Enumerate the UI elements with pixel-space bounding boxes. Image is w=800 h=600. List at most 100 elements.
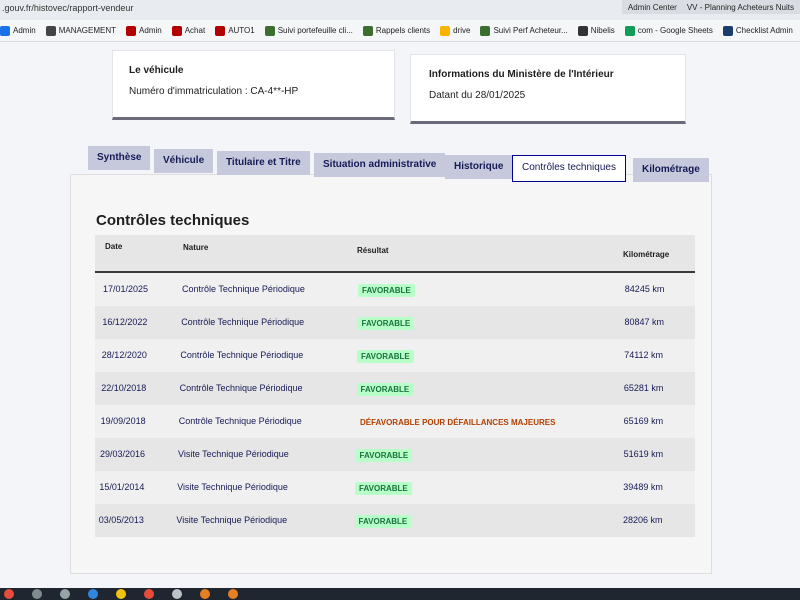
- tab-situation-administrative[interactable]: Situation administrative: [314, 153, 446, 177]
- row-date: 22/10/2018: [101, 383, 147, 393]
- row-nature: Visite Technique Périodique: [176, 515, 288, 525]
- result-badge: FAVORABLE: [357, 350, 414, 363]
- bookmark-item[interactable]: Nibelis: [577, 25, 615, 36]
- inspections-table: Date Nature Résultat Kilométrage 17/01/2…: [95, 235, 695, 537]
- row-km: 39489 km: [623, 482, 663, 492]
- tab-titulaire[interactable]: Titulaire et Titre: [217, 151, 310, 175]
- bookmark-label: drive: [453, 26, 471, 35]
- row-date: 03/05/2013: [98, 515, 144, 525]
- row-nature: Contrôle Technique Périodique: [182, 284, 305, 294]
- result-badge: FAVORABLE: [356, 383, 414, 396]
- bookmark-label: MANAGEMENT: [58, 26, 117, 35]
- browser-tabs: Admin Center VV - Planning Acheteurs Nui…: [621, 0, 800, 14]
- browser-tab[interactable]: Admin Center: [628, 3, 677, 12]
- bookmark-label: Checklist Admin: [735, 26, 793, 35]
- section-title: Contrôles techniques: [96, 212, 250, 229]
- bookmark-item[interactable]: Admin: [0, 25, 36, 36]
- table-row: 16/12/2022 Contrôle Technique Périodique 8…: [95, 306, 695, 339]
- bookmark-item[interactable]: Suivi Perf Acheteur...: [480, 25, 568, 36]
- bookmark-label: com - Google Sheets: [637, 26, 713, 35]
- bookmark-label: AUTO1: [228, 26, 255, 35]
- file-explorer-icon[interactable]: [116, 589, 126, 599]
- bookmark-item[interactable]: Achat: [171, 25, 206, 36]
- bookmark-item[interactable]: drive: [440, 25, 471, 36]
- search-icon[interactable]: [32, 589, 42, 599]
- vehicle-card: Le véhicule Numéro d'immatriculation : C…: [112, 50, 395, 120]
- bookmark-label: Admin: [13, 26, 36, 35]
- header-result: Résultat: [357, 246, 389, 255]
- bookmark-icon: [126, 25, 137, 36]
- bookmark-item[interactable]: MANAGEMENT: [45, 25, 117, 36]
- row-date: 19/09/2018: [100, 416, 146, 426]
- taskbar: [0, 588, 800, 600]
- edge-icon[interactable]: [88, 589, 98, 599]
- bookmarks-bar: Admin MANAGEMENT Admin Achat AUTO1 Suivi port…: [0, 20, 800, 42]
- table-row: 15/01/2014 Visite Technique Périodique 394…: [95, 471, 695, 504]
- bookmark-label: Suivi portefeuille cli...: [277, 26, 353, 35]
- tab-historique[interactable]: Historique: [445, 155, 513, 179]
- tab-kilometrage[interactable]: Kilométrage: [633, 158, 709, 182]
- table-header: Date Nature Résultat Kilométrage: [95, 235, 695, 273]
- bookmark-item[interactable]: Rappels clients: [362, 25, 431, 36]
- opera-icon[interactable]: [144, 589, 154, 599]
- ministry-card-title: Informations du Ministère de l'Intérieur: [429, 69, 614, 80]
- browser-tab[interactable]: VV - Planning Acheteurs Nuits: [687, 3, 794, 12]
- header-nature: Nature: [183, 243, 209, 252]
- bookmark-item[interactable]: AUTO1: [215, 25, 255, 36]
- row-date: 28/12/2020: [101, 350, 147, 360]
- bookmark-icon: [0, 25, 10, 36]
- row-km: 74112 km: [624, 350, 664, 360]
- table-row: 28/12/2020 Contrôle Technique Périodique 7…: [95, 339, 695, 372]
- row-nature: Visite Technique Périodique: [178, 449, 289, 459]
- tab-vehicule[interactable]: Véhicule: [154, 149, 214, 173]
- page-content: Le véhicule Numéro d'immatriculation : C…: [0, 42, 800, 590]
- bookmark-item[interactable]: Suivi portefeuille cli...: [264, 25, 353, 36]
- row-km: 80847 km: [624, 317, 665, 327]
- vehicle-card-title: Le véhicule: [129, 65, 184, 76]
- result-badge: FAVORABLE: [355, 449, 413, 462]
- chrome-icon[interactable]: [228, 589, 238, 599]
- bookmark-item[interactable]: Admin: [126, 25, 162, 36]
- bookmark-icon: [264, 25, 275, 36]
- bookmark-icon: [480, 25, 491, 36]
- chrome-icon[interactable]: [200, 589, 210, 599]
- bookmark-item[interactable]: com - Google Sheets: [624, 25, 713, 36]
- bookmark-icon: [45, 25, 56, 36]
- row-date: 17/01/2025: [103, 284, 149, 294]
- row-km: 65169 km: [623, 416, 664, 426]
- row-nature: Contrôle Technique Périodique: [181, 317, 305, 327]
- tab-controles-techniques[interactable]: Contrôles techniques: [512, 155, 626, 182]
- bookmark-icon: [215, 25, 226, 36]
- ministry-card: Informations du Ministère de l'Intérieur…: [410, 54, 686, 124]
- row-km: 28206 km: [623, 515, 663, 525]
- bookmark-icon: [624, 25, 635, 36]
- table-row: 22/10/2018 Contrôle Technique Périodique 6…: [95, 372, 695, 405]
- ministry-date: Datant du 28/01/2025: [429, 90, 526, 101]
- start-icon[interactable]: [4, 589, 14, 599]
- plate-number: Numéro d'immatriculation : CA-4**-HP: [129, 86, 299, 97]
- steam-icon[interactable]: [172, 589, 182, 599]
- row-km: 84245 km: [624, 284, 665, 294]
- row-nature: Contrôle Technique Périodique: [180, 350, 304, 360]
- bookmark-icon: [362, 25, 373, 36]
- task-view-icon[interactable]: [60, 589, 70, 599]
- row-nature: Contrôle Technique Périodique: [179, 383, 303, 393]
- bookmark-label: Nibelis: [590, 26, 615, 35]
- bookmark-label: Suivi Perf Acheteur...: [493, 26, 568, 35]
- row-date: 29/03/2016: [100, 449, 146, 459]
- bookmark-icon: [722, 25, 733, 36]
- header-km: Kilométrage: [623, 250, 670, 259]
- result-badge: FAVORABLE: [354, 515, 412, 528]
- bookmark-icon: [440, 25, 451, 36]
- tab-synthese[interactable]: Synthèse: [88, 146, 151, 170]
- bookmark-item[interactable]: Checklist Admin: [722, 25, 793, 36]
- bookmark-label: Admin: [139, 26, 162, 35]
- url-text: .gouv.fr/histovec/rapport-vendeur: [2, 3, 134, 13]
- table-row: 03/05/2013 Visite Technique Périodique 282…: [95, 504, 695, 537]
- table-body: 17/01/2025 Contrôle Technique Périodique 8…: [95, 273, 695, 537]
- result-badge: FAVORABLE: [355, 482, 412, 495]
- bookmark-label: Achat: [184, 26, 206, 35]
- result-badge: FAVORABLE: [357, 317, 415, 330]
- table-row: 17/01/2025 Contrôle Technique Périodique 8…: [95, 273, 695, 306]
- bookmark-label: Rappels clients: [375, 26, 431, 35]
